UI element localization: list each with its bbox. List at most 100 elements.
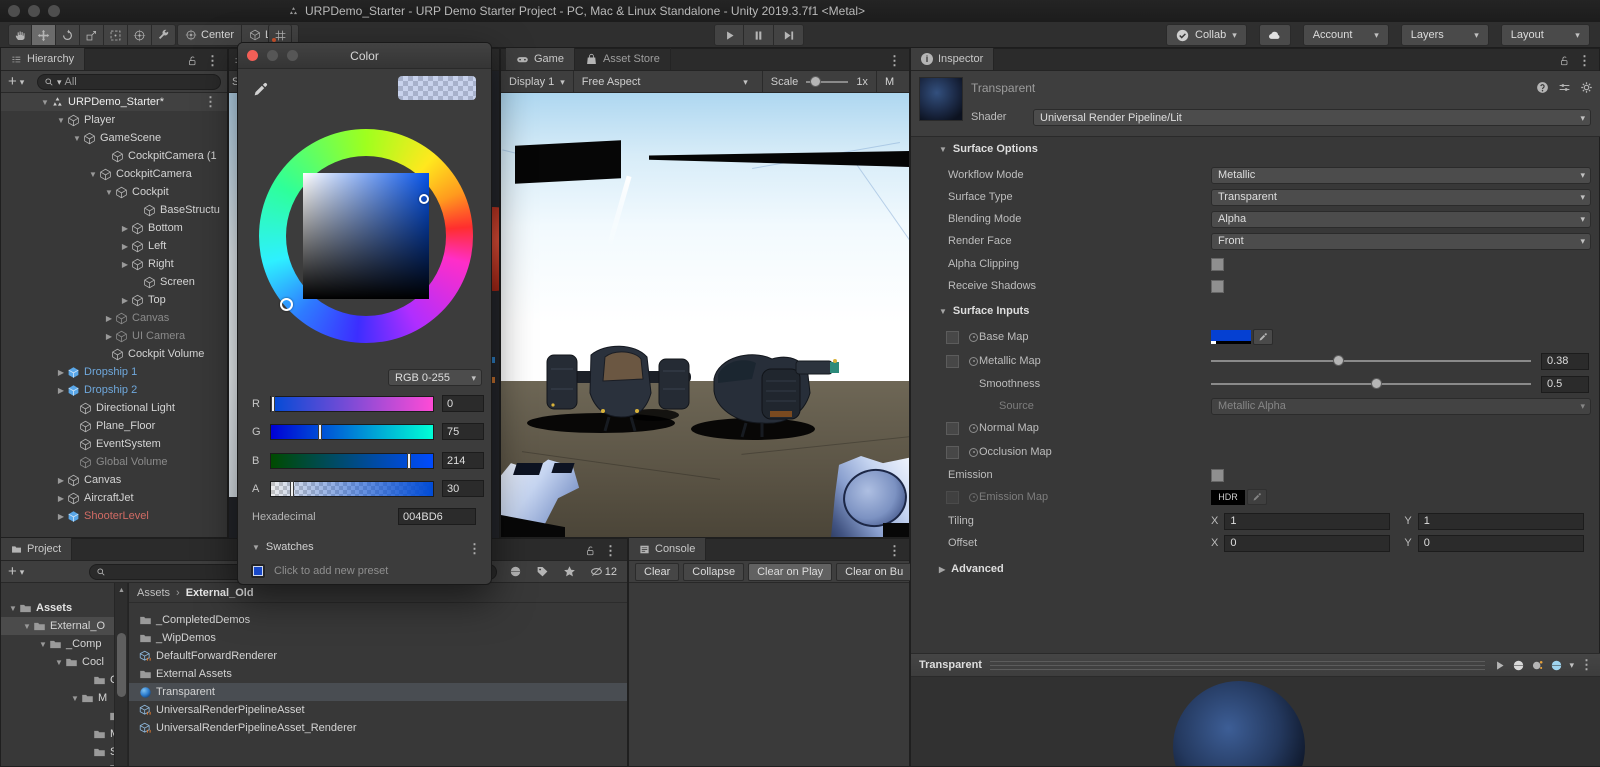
- red-slider[interactable]: [270, 395, 434, 412]
- project-tree-item[interactable]: M: [1, 725, 114, 743]
- move-tool-button[interactable]: [32, 24, 56, 46]
- account-dropdown[interactable]: Account: [1302, 24, 1389, 46]
- window-close-button[interactable]: [8, 5, 20, 17]
- hidden-count-badge[interactable]: 12: [590, 565, 617, 578]
- create-menu-icon[interactable]: [8, 564, 17, 579]
- scale-tool-button[interactable]: [80, 24, 104, 46]
- add-preset-row[interactable]: Click to add new preset: [250, 563, 388, 579]
- hierarchy-item[interactable]: BaseStructu: [1, 201, 227, 219]
- hierarchy-item[interactable]: Bottom: [1, 219, 227, 237]
- maximize-button-fragment[interactable]: M: [885, 76, 895, 88]
- preview-header[interactable]: Transparent: [911, 653, 1600, 677]
- project-tree-item[interactable]: Assets: [1, 599, 114, 617]
- hierarchy-item[interactable]: GameScene: [1, 129, 227, 147]
- green-slider-handle[interactable]: [317, 423, 322, 440]
- scene-header-row[interactable]: URPDemo_Starter*: [1, 93, 227, 111]
- offset-x-field[interactable]: 0: [1224, 534, 1391, 552]
- hierarchy-item[interactable]: Global Volume: [1, 453, 227, 471]
- texture-picker-icon[interactable]: [969, 356, 978, 366]
- blue-slider-handle[interactable]: [407, 452, 412, 469]
- advanced-foldout[interactable]: ▶ Advanced: [939, 563, 1004, 575]
- gear-icon[interactable]: [1580, 81, 1593, 94]
- search-by-label-icon[interactable]: [536, 565, 549, 578]
- kebab-menu-icon[interactable]: [1580, 657, 1593, 673]
- lock-icon[interactable]: [584, 545, 596, 557]
- display-dropdown[interactable]: Display 1: [509, 76, 565, 88]
- smoothness-value-field[interactable]: 0.5: [1541, 375, 1589, 393]
- tiling-y-field[interactable]: 1: [1417, 512, 1584, 530]
- game-viewport[interactable]: [501, 93, 909, 537]
- hue-wheel-handle[interactable]: [280, 298, 293, 311]
- surface-type-dropdown[interactable]: Transparent: [1211, 188, 1591, 206]
- metallic-map-texture-slot[interactable]: [946, 354, 959, 368]
- chevron-down-icon[interactable]: [20, 566, 25, 578]
- blue-value-field[interactable]: 214: [442, 452, 484, 469]
- preview-drag-handle[interactable]: [989, 660, 1486, 670]
- tab-hierarchy[interactable]: Hierarchy: [1, 48, 86, 70]
- hierarchy-item[interactable]: Dropship 2: [1, 381, 227, 399]
- hierarchy-item[interactable]: Canvas: [1, 309, 227, 327]
- rect-tool-button[interactable]: [104, 24, 128, 46]
- preview-light-icon[interactable]: [1531, 659, 1544, 672]
- kebab-menu-icon[interactable]: [888, 53, 901, 69]
- chevron-down-icon[interactable]: [1569, 659, 1574, 671]
- scrollbar-thumb[interactable]: [117, 633, 126, 697]
- hierarchy-item[interactable]: UI Camera: [1, 327, 227, 345]
- hierarchy-item[interactable]: Left: [1, 237, 227, 255]
- transform-tool-button[interactable]: [128, 24, 152, 46]
- lock-icon[interactable]: [186, 55, 198, 67]
- hierarchy-item[interactable]: EventSystem: [1, 435, 227, 453]
- scene-kebab-icon[interactable]: [204, 94, 217, 110]
- kebab-menu-icon[interactable]: [888, 543, 901, 559]
- pause-button[interactable]: [744, 24, 774, 46]
- tiling-x-field[interactable]: 1: [1224, 512, 1391, 530]
- eyedropper-icon[interactable]: [252, 81, 269, 98]
- hierarchy-item[interactable]: CockpitCamera (1: [1, 147, 227, 165]
- console-clear-on-play-button[interactable]: Clear on Play: [748, 562, 833, 581]
- metallic-slider-knob[interactable]: [1332, 355, 1344, 366]
- file-row[interactable]: _WipDemos: [129, 629, 627, 647]
- preview-play-icon[interactable]: [1493, 659, 1506, 672]
- sv-handle[interactable]: [419, 194, 429, 204]
- scroll-up-arrow[interactable]: ▲: [118, 587, 125, 594]
- hierarchy-item[interactable]: ShooterLevel: [1, 507, 227, 525]
- window-zoom-button[interactable]: [48, 5, 60, 17]
- render-face-dropdown[interactable]: Front: [1211, 232, 1591, 250]
- metallic-slider[interactable]: [1211, 355, 1531, 366]
- green-value-field[interactable]: 75: [442, 423, 484, 440]
- step-button[interactable]: [774, 24, 804, 46]
- pivot-center-button[interactable]: Center: [177, 24, 243, 46]
- help-icon[interactable]: [1536, 81, 1549, 94]
- saturation-value-box[interactable]: [303, 173, 429, 299]
- alpha-clipping-checkbox[interactable]: [1211, 257, 1224, 271]
- tab-inspector[interactable]: i Inspector: [911, 48, 995, 70]
- hierarchy-item[interactable]: Right: [1, 255, 227, 273]
- tab-project[interactable]: Project: [1, 538, 73, 560]
- normal-map-texture-slot[interactable]: [946, 421, 959, 435]
- metallic-value-field[interactable]: 0.38: [1541, 352, 1589, 370]
- console-log-area[interactable]: [629, 583, 909, 766]
- aspect-dropdown[interactable]: Free Aspect: [582, 76, 754, 88]
- file-row[interactable]: External Assets: [129, 665, 627, 683]
- favorite-search-icon[interactable]: [563, 565, 576, 578]
- console-clear-button[interactable]: Clear: [635, 562, 680, 581]
- project-tree-item[interactable]: Te: [1, 761, 114, 766]
- collab-dropdown[interactable]: Collab: [1166, 24, 1247, 46]
- kebab-menu-icon[interactable]: [206, 53, 219, 69]
- base-map-texture-slot[interactable]: [946, 330, 959, 344]
- breadcrumb-current[interactable]: External_Old: [186, 587, 254, 599]
- swatches-foldout[interactable]: ▼ Swatches: [252, 541, 314, 553]
- layers-dropdown[interactable]: Layers: [1400, 24, 1489, 46]
- hierarchy-item[interactable]: Cockpit: [1, 183, 227, 201]
- tab-asset-store[interactable]: Asset Store: [575, 48, 671, 70]
- scale-slider-knob[interactable]: [810, 75, 822, 87]
- surface-inputs-foldout[interactable]: ▼ Surface Inputs: [939, 305, 1029, 317]
- hierarchy-item[interactable]: Directional Light: [1, 399, 227, 417]
- blending-mode-dropdown[interactable]: Alpha: [1211, 210, 1591, 228]
- cloud-button[interactable]: [1258, 24, 1291, 46]
- kebab-menu-icon[interactable]: [604, 543, 617, 559]
- offset-y-field[interactable]: 0: [1417, 534, 1584, 552]
- project-tree-item[interactable]: [1, 707, 114, 725]
- rotate-tool-button[interactable]: [56, 24, 80, 46]
- project-tree-item[interactable]: _Comp: [1, 635, 114, 653]
